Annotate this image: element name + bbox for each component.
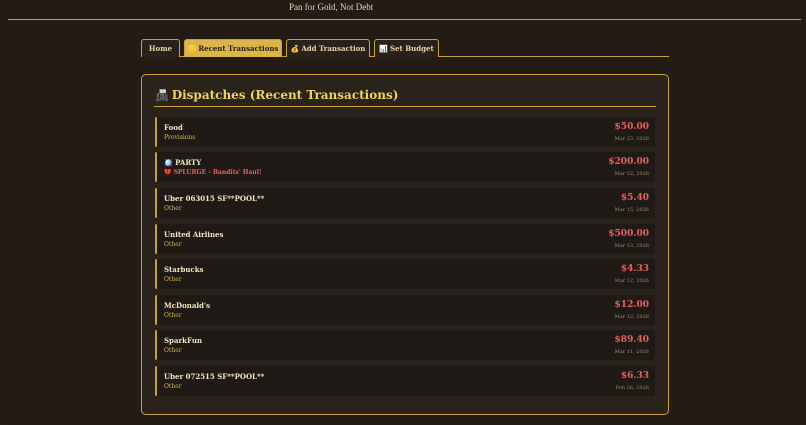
tab-bar: Home 🪙 Recent Transactions 💰 Add Transac… [141, 39, 669, 57]
money-bag-icon: 💰 [290, 44, 300, 53]
tab-add-transaction[interactable]: 💰 Add Transaction [286, 39, 370, 57]
transaction-row[interactable]: SparkFun Other $89.40 Mar 11, 2026 [155, 330, 655, 360]
transaction-row[interactable]: Food Provisions $50.00 Mar 23, 2026 [155, 117, 655, 147]
transaction-category: Other [164, 276, 182, 283]
transaction-date: Mar 12, 2026 [614, 278, 649, 284]
tab-set-budget-label: Set Budget [390, 44, 434, 53]
transaction-date: Mar 22, 2026 [614, 171, 649, 177]
transaction-amount: $4.33 [620, 264, 649, 274]
transaction-name: Food [164, 123, 183, 132]
transaction-name: United Airlines [164, 230, 224, 239]
tagline: Pan for Gold, Not Debt [289, 2, 374, 12]
transaction-category: 💔 SPLURGE - Bandits' Haul! [164, 169, 262, 176]
transaction-name: Starbucks [164, 265, 204, 274]
transaction-name: 🪩 PARTY [164, 158, 202, 167]
bar-chart-icon: 📊 [379, 44, 389, 53]
recent-transactions-panel: 📠 Dispatches (Recent Transactions) Food … [141, 74, 669, 415]
transaction-amount: $200.00 [608, 157, 649, 167]
broken-heart-icon: 💔 [164, 169, 172, 176]
header-divider [8, 19, 801, 20]
tab-add-transaction-label: Add Transaction [301, 44, 366, 53]
transaction-amount: $500.00 [608, 229, 649, 239]
transaction-category: Other [164, 347, 182, 354]
transaction-amount: $5.40 [620, 193, 649, 203]
transaction-category: Other [164, 383, 182, 390]
transaction-amount: $89.40 [614, 335, 649, 345]
transaction-row[interactable]: McDonald's Other $12.00 Mar 12, 2026 [155, 295, 655, 325]
tab-recent-transactions[interactable]: 🪙 Recent Transactions [184, 39, 282, 57]
transaction-date: Feb 26, 2026 [615, 385, 649, 391]
transaction-date: Mar 23, 2026 [614, 136, 649, 142]
transaction-date: Mar 12, 2026 [614, 314, 649, 320]
fax-machine-icon: 📠 [155, 88, 169, 102]
transaction-date: Mar 13, 2026 [614, 243, 649, 249]
transaction-name: Uber 063015 SF**POOL** [164, 194, 265, 203]
tab-home[interactable]: Home [141, 39, 180, 57]
app-window: Pan for Gold, Not Debt Home 🪙 Recent Tra… [0, 0, 806, 425]
transaction-name: Uber 072515 SF**POOL** [164, 372, 265, 381]
tab-set-budget[interactable]: 📊 Set Budget [374, 39, 439, 57]
disco-ball-icon: 🪩 [164, 158, 173, 167]
panel-title-text: Dispatches (Recent Transactions) [171, 88, 399, 102]
transaction-date: Mar 15, 2026 [614, 207, 649, 213]
transaction-category: Other [164, 312, 182, 319]
transaction-amount: $12.00 [614, 300, 649, 310]
panel-divider [154, 106, 656, 107]
transaction-name: McDonald's [164, 301, 211, 310]
coin-icon: 🪙 [187, 44, 197, 53]
transaction-category: Provisions [164, 134, 196, 141]
transaction-row[interactable]: Starbucks Other $4.33 Mar 12, 2026 [155, 259, 655, 289]
transaction-row[interactable]: 🪩 PARTY 💔 SPLURGE - Bandits' Haul! $200.… [155, 152, 655, 182]
transaction-name: SparkFun [164, 336, 203, 345]
transaction-row[interactable]: United Airlines Other $500.00 Mar 13, 20… [155, 224, 655, 254]
transaction-amount: $50.00 [614, 122, 649, 132]
transaction-category: Other [164, 241, 182, 248]
transaction-row[interactable]: Uber 072515 SF**POOL** Other $6.33 Feb 2… [155, 366, 655, 396]
transaction-row[interactable]: Uber 063015 SF**POOL** Other $5.40 Mar 1… [155, 188, 655, 218]
tab-home-label: Home [148, 44, 173, 53]
panel-title: 📠 Dispatches (Recent Transactions) [155, 88, 398, 102]
transaction-date: Mar 11, 2026 [614, 349, 649, 355]
transaction-category: Other [164, 205, 182, 212]
tab-recent-transactions-label: Recent Transactions [198, 44, 279, 53]
transaction-amount: $6.33 [620, 371, 649, 381]
